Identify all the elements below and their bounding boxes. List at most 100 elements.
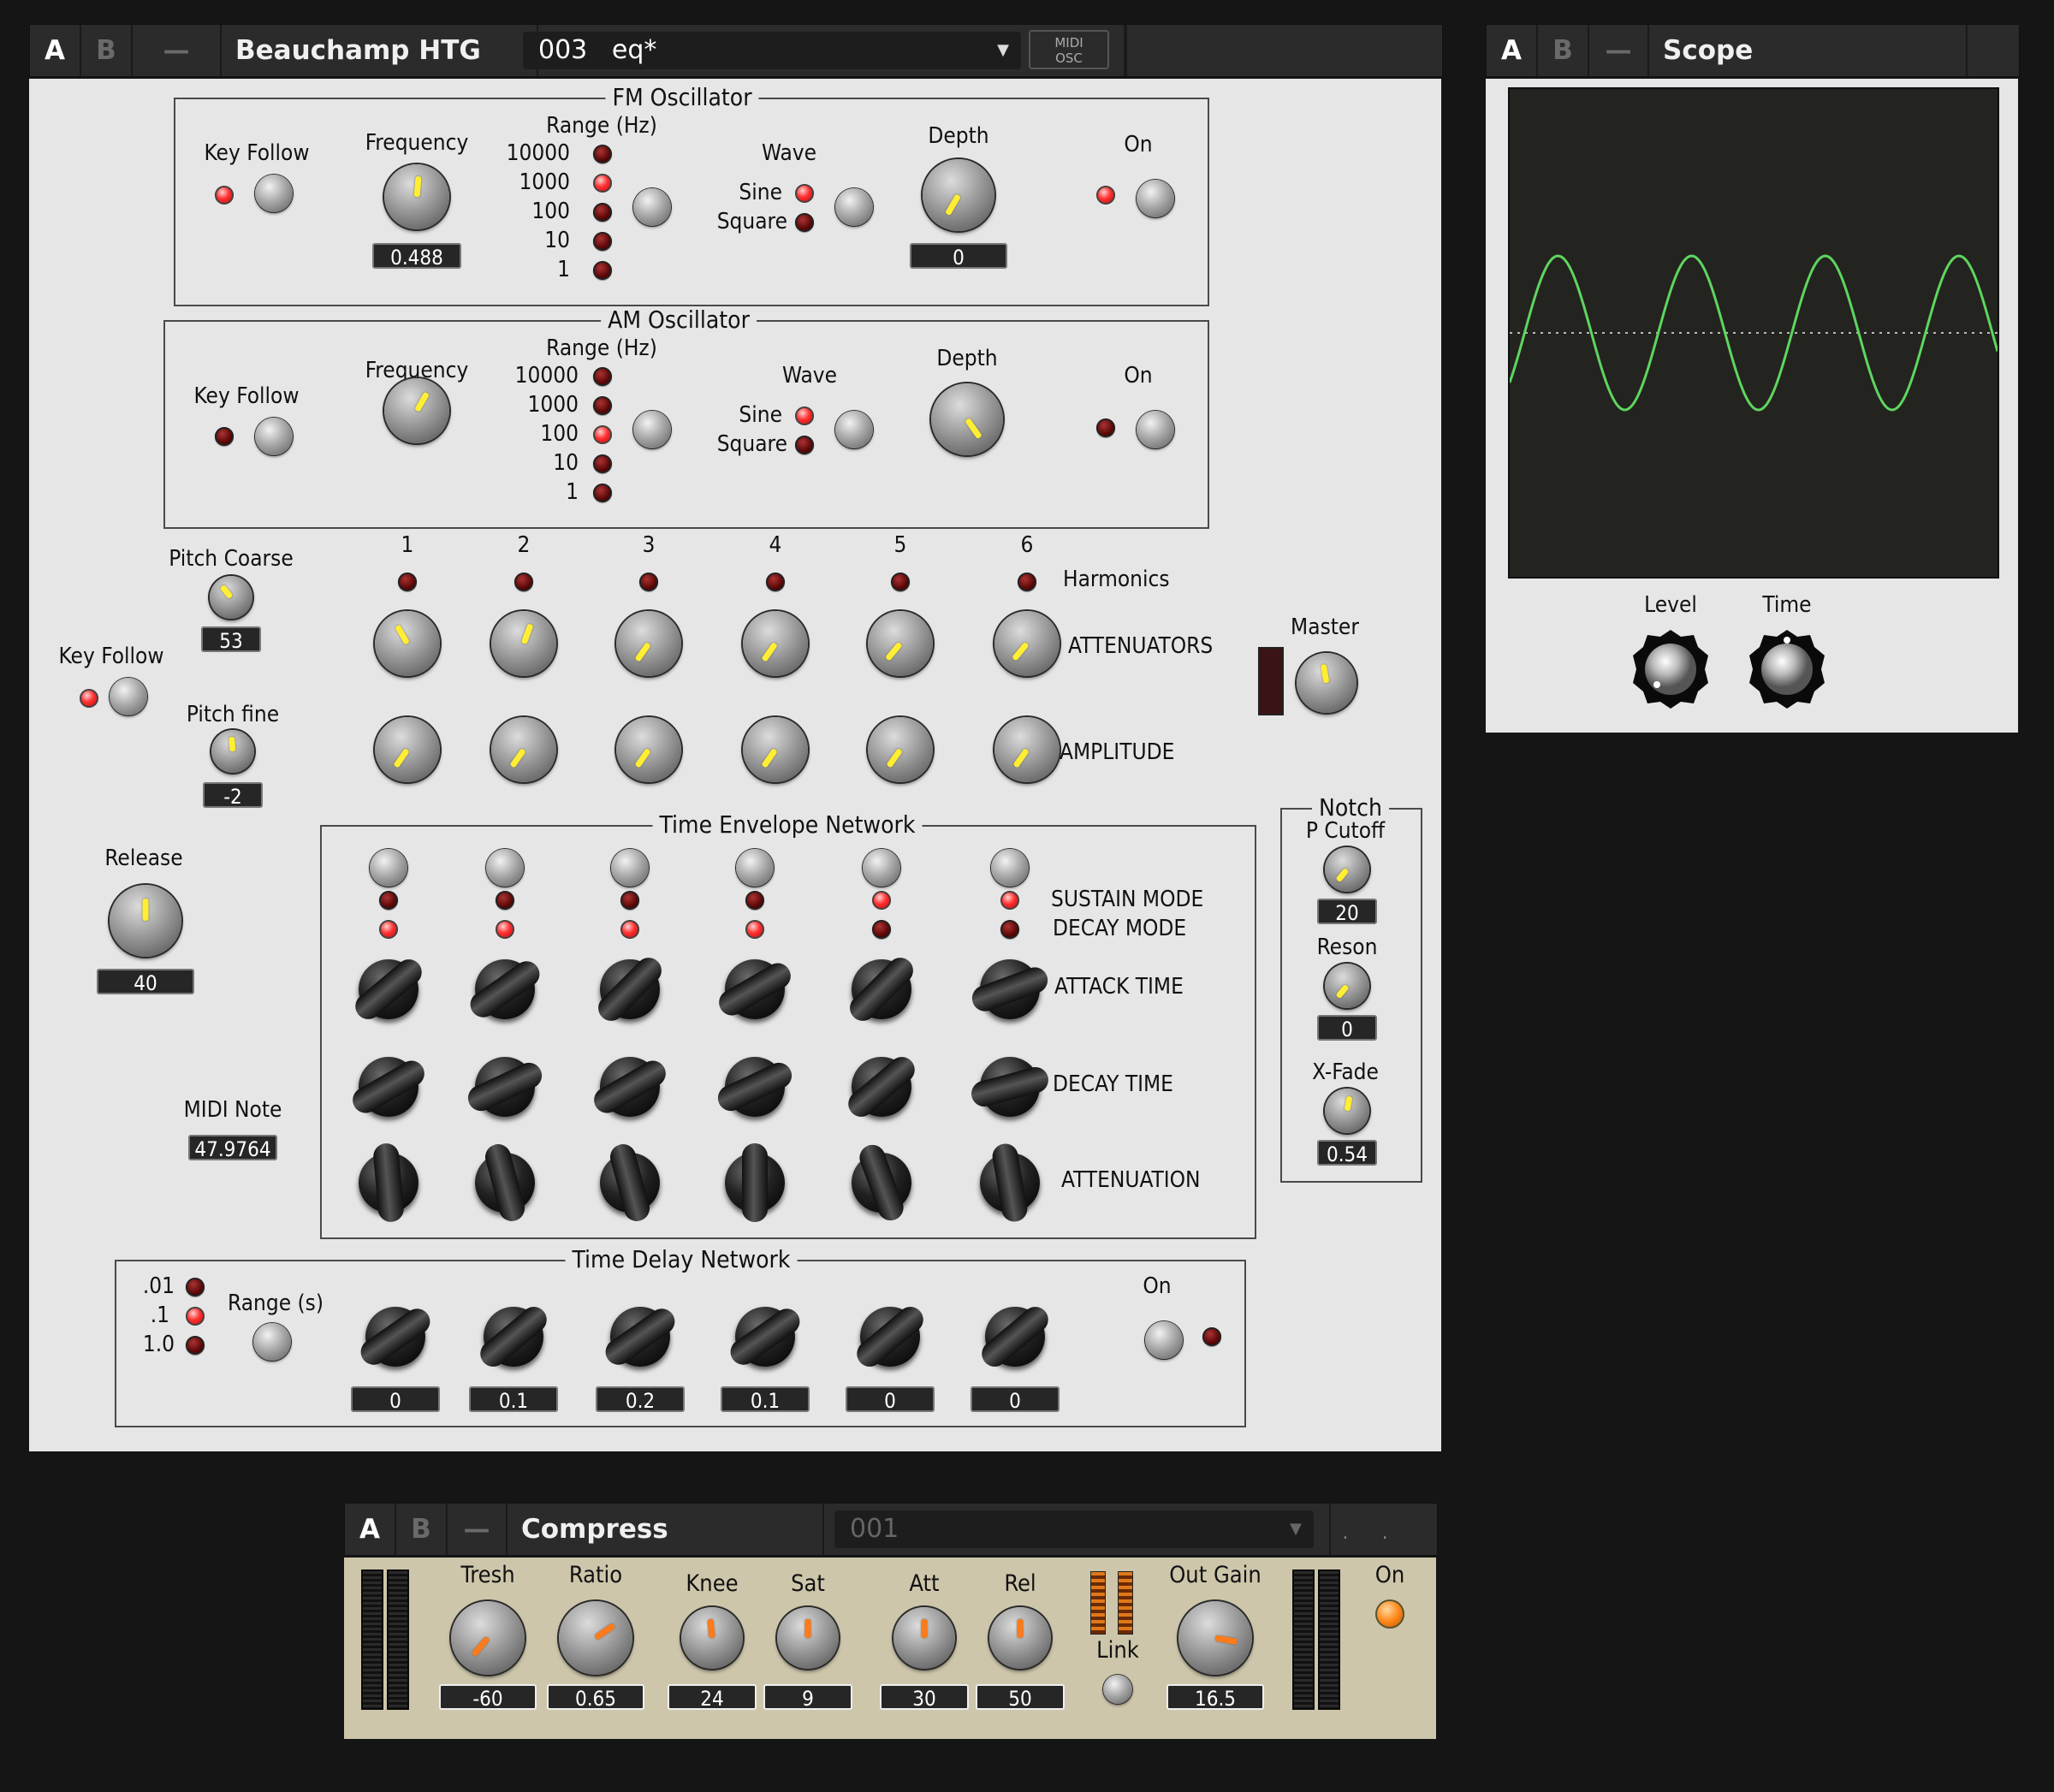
pitch-fine-value[interactable]: -2 bbox=[203, 782, 263, 809]
rel-value[interactable]: 50 bbox=[976, 1684, 1065, 1711]
scope-time-knob[interactable] bbox=[1746, 628, 1828, 710]
preset-selector[interactable]: 003 eq* ▼ bbox=[523, 32, 1021, 69]
am-depth-knob[interactable] bbox=[931, 383, 1003, 455]
sat-knob[interactable] bbox=[777, 1607, 839, 1669]
compress-preset-selector[interactable]: 001 ▼ bbox=[834, 1510, 1314, 1548]
delay-knob-1[interactable] bbox=[355, 1303, 436, 1370]
notch-cutoff-value[interactable]: 20 bbox=[1317, 899, 1377, 925]
notch-xfade-knob[interactable] bbox=[1325, 1089, 1369, 1133]
rel-knob[interactable] bbox=[989, 1607, 1051, 1669]
fm-depth-value[interactable]: 0 bbox=[910, 243, 1007, 270]
fm-frequency-value[interactable]: 0.488 bbox=[372, 243, 461, 270]
amplitude-knob-2[interactable] bbox=[491, 717, 556, 782]
am-on-button[interactable] bbox=[1137, 411, 1174, 448]
att-knob[interactable] bbox=[893, 1607, 955, 1669]
envelope-mode-button-1[interactable] bbox=[370, 849, 407, 887]
attenuator-knob-3[interactable] bbox=[616, 611, 681, 676]
attack-time-knob-6[interactable] bbox=[968, 959, 1052, 1019]
envelope-mode-button-5[interactable] bbox=[863, 849, 900, 887]
amplitude-knob-1[interactable] bbox=[375, 717, 440, 782]
decay-time-knob-6[interactable] bbox=[968, 1057, 1052, 1117]
notch-reson-value[interactable]: 0 bbox=[1317, 1015, 1377, 1041]
delay-value-4[interactable]: 0.1 bbox=[721, 1386, 810, 1413]
attack-time-knob-1[interactable] bbox=[350, 953, 427, 1025]
attack-time-knob-4[interactable] bbox=[714, 958, 796, 1020]
amplitude-knob-6[interactable] bbox=[994, 717, 1060, 782]
envelope-mode-button-6[interactable] bbox=[991, 849, 1029, 887]
compress-on-led[interactable] bbox=[1375, 1599, 1404, 1629]
delay-on-button[interactable] bbox=[1145, 1321, 1183, 1359]
delay-knob-3[interactable] bbox=[600, 1303, 680, 1370]
link-button[interactable] bbox=[1103, 1675, 1132, 1704]
attenuation-knob-2[interactable] bbox=[475, 1141, 535, 1225]
attack-time-knob-2[interactable] bbox=[465, 956, 545, 1023]
envelope-mode-button-3[interactable] bbox=[611, 849, 649, 887]
compress-slot-b-button[interactable]: B bbox=[396, 1504, 448, 1555]
sat-value[interactable]: 9 bbox=[763, 1684, 852, 1711]
out-gain-knob[interactable] bbox=[1178, 1601, 1252, 1675]
envelope-mode-button-4[interactable] bbox=[736, 849, 774, 887]
delay-knob-6[interactable] bbox=[977, 1301, 1054, 1373]
fm-wave-button[interactable] bbox=[835, 188, 873, 226]
attenuator-knob-5[interactable] bbox=[868, 611, 933, 676]
delay-knob-2[interactable] bbox=[475, 1301, 552, 1373]
attenuation-knob-4[interactable] bbox=[725, 1143, 785, 1222]
fm-range-button[interactable] bbox=[633, 188, 671, 226]
scope-minimize-button[interactable]: — bbox=[1589, 25, 1649, 76]
slot-a-button[interactable]: A bbox=[30, 25, 81, 76]
delay-value-2[interactable]: 0.1 bbox=[469, 1386, 558, 1413]
fm-depth-knob[interactable] bbox=[923, 159, 994, 231]
decay-time-knob-1[interactable] bbox=[347, 1056, 430, 1118]
amplitude-knob-3[interactable] bbox=[616, 717, 681, 782]
amplitude-knob-5[interactable] bbox=[868, 717, 933, 782]
am-wave-button[interactable] bbox=[835, 411, 873, 448]
am-range-button[interactable] bbox=[633, 411, 671, 448]
compress-minimize-button[interactable]: — bbox=[448, 1504, 508, 1555]
attenuator-knob-6[interactable] bbox=[994, 611, 1060, 676]
ratio-knob[interactable] bbox=[559, 1601, 632, 1675]
fm-on-button[interactable] bbox=[1137, 180, 1174, 217]
ratio-value[interactable]: 0.65 bbox=[547, 1684, 644, 1711]
pitch-fine-knob[interactable] bbox=[211, 730, 254, 773]
scope-slot-b-button[interactable]: B bbox=[1538, 25, 1589, 76]
knee-knob[interactable] bbox=[681, 1607, 743, 1669]
attenuation-knob-6[interactable] bbox=[980, 1142, 1040, 1224]
envelope-mode-button-2[interactable] bbox=[486, 849, 524, 887]
attack-time-knob-3[interactable] bbox=[592, 952, 668, 1027]
amplitude-knob-4[interactable] bbox=[743, 717, 808, 782]
attenuator-knob-2[interactable] bbox=[491, 611, 556, 676]
attenuation-knob-3[interactable] bbox=[600, 1141, 660, 1225]
notch-cutoff-knob[interactable] bbox=[1325, 847, 1369, 892]
master-knob[interactable] bbox=[1297, 653, 1356, 713]
pitch-coarse-value[interactable]: 53 bbox=[201, 626, 261, 653]
pitch-key-follow-button[interactable] bbox=[110, 678, 147, 715]
attack-time-knob-5[interactable] bbox=[844, 952, 919, 1027]
attenuator-knob-4[interactable] bbox=[743, 611, 808, 676]
tresh-knob[interactable] bbox=[451, 1601, 525, 1675]
delay-range-button[interactable] bbox=[253, 1323, 291, 1361]
attenuation-knob-5[interactable] bbox=[852, 1141, 911, 1225]
decay-time-knob-4[interactable] bbox=[713, 1057, 797, 1117]
scope-level-knob[interactable] bbox=[1630, 628, 1712, 710]
delay-knob-5[interactable] bbox=[852, 1301, 929, 1373]
attenuation-knob-1[interactable] bbox=[359, 1142, 419, 1224]
compress-slot-a-button[interactable]: A bbox=[345, 1504, 396, 1555]
scope-slot-a-button[interactable]: A bbox=[1487, 25, 1538, 76]
release-knob[interactable] bbox=[110, 885, 181, 957]
delay-value-5[interactable]: 0 bbox=[846, 1386, 935, 1413]
notch-xfade-value[interactable]: 0.54 bbox=[1317, 1140, 1377, 1166]
delay-knob-4[interactable] bbox=[725, 1303, 805, 1370]
decay-time-knob-2[interactable] bbox=[463, 1057, 547, 1117]
fm-key-follow-button[interactable] bbox=[255, 175, 293, 212]
am-key-follow-button[interactable] bbox=[255, 418, 293, 455]
tresh-value[interactable]: -60 bbox=[439, 1684, 537, 1711]
delay-value-3[interactable]: 0.2 bbox=[596, 1386, 685, 1413]
out-gain-value[interactable]: 16.5 bbox=[1167, 1684, 1264, 1711]
decay-time-knob-3[interactable] bbox=[589, 1056, 671, 1118]
decay-time-knob-5[interactable] bbox=[843, 1051, 920, 1123]
attenuator-knob-1[interactable] bbox=[375, 611, 440, 676]
fm-frequency-knob[interactable] bbox=[384, 164, 449, 229]
delay-value-1[interactable]: 0 bbox=[351, 1386, 440, 1413]
am-frequency-knob[interactable] bbox=[384, 378, 449, 443]
release-value[interactable]: 40 bbox=[97, 969, 194, 995]
